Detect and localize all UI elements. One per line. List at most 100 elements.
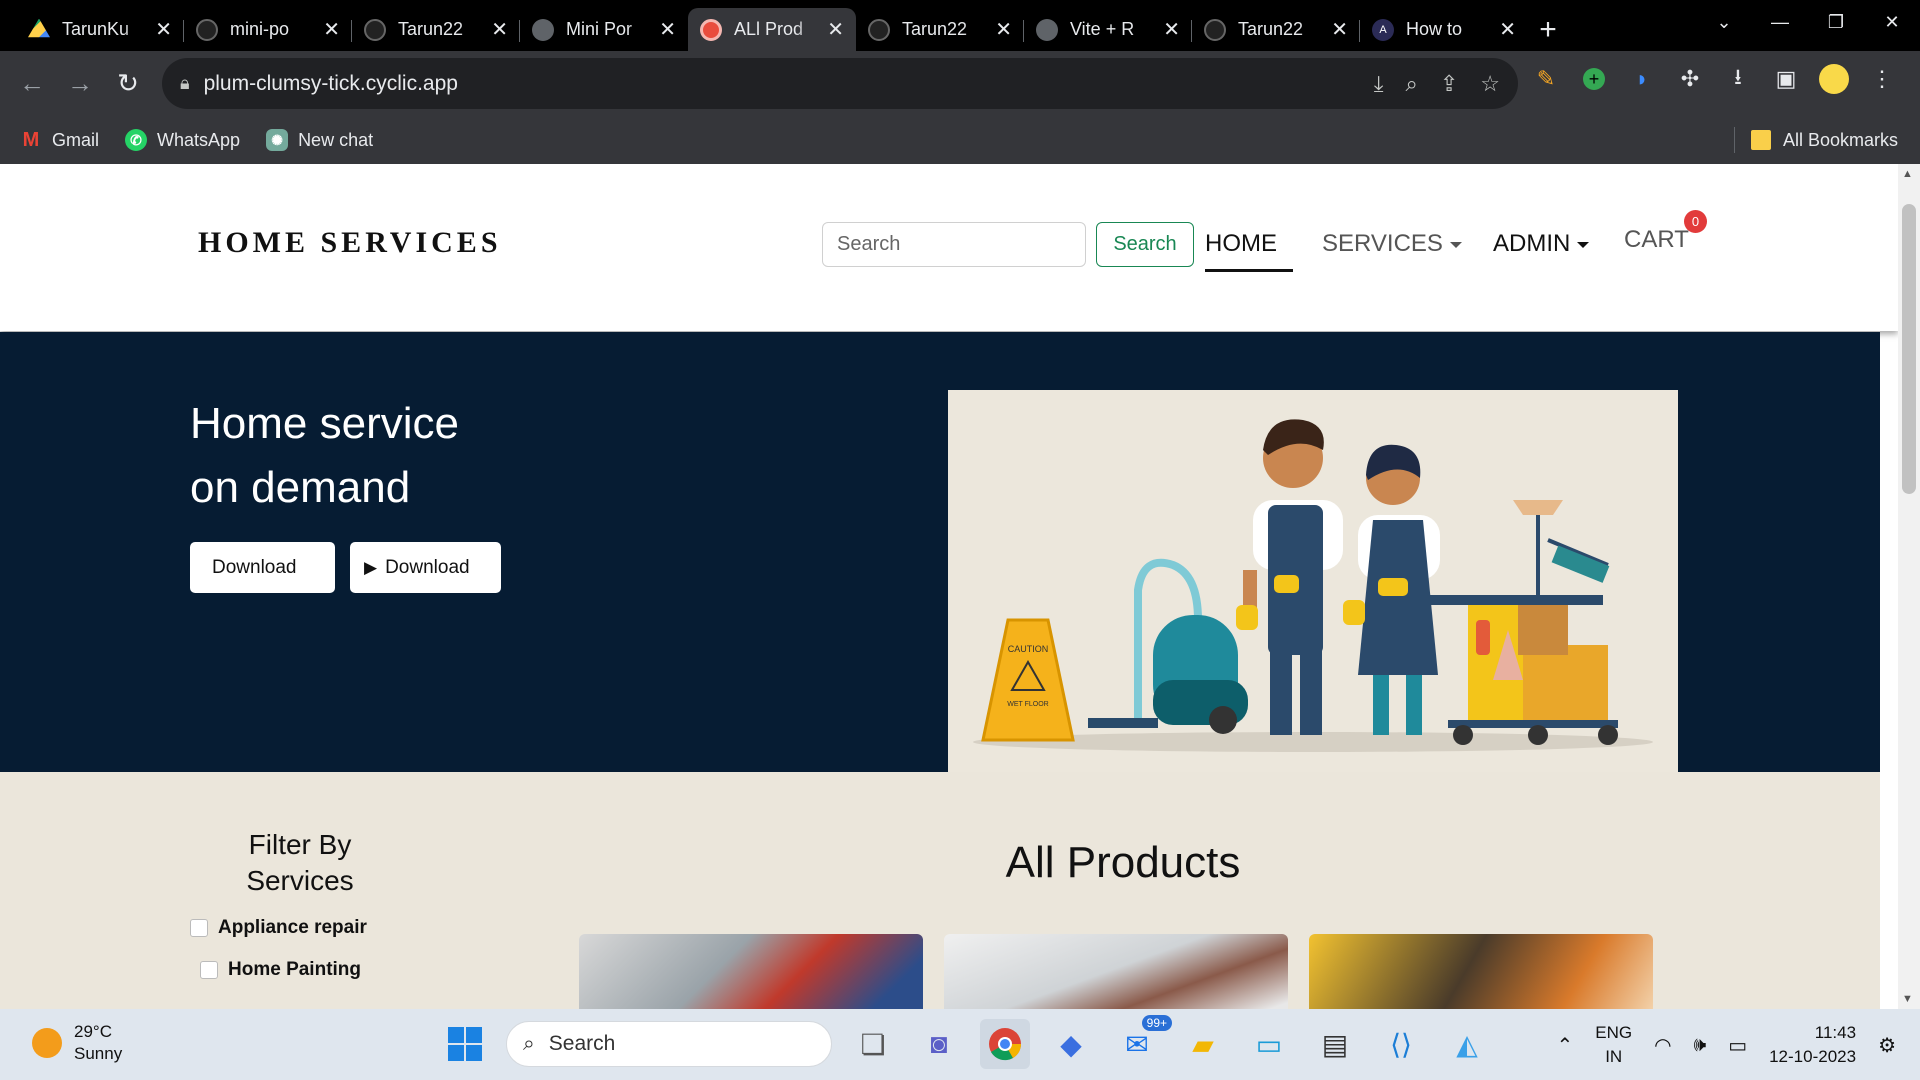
nav-services-dropdown[interactable]: SERVICES: [1322, 230, 1462, 258]
address-bar[interactable]: 🔒︎ plum-clumsy-tick.cyclic.app ⤓ ⌕ ⇪ ☆: [162, 58, 1518, 109]
site-search-input[interactable]: [822, 222, 1086, 267]
devto-icon: A: [1372, 18, 1394, 41]
language-code: ENG: [1595, 1023, 1633, 1042]
chevron-up-icon[interactable]: ⌃: [1557, 1033, 1574, 1058]
extensions-area: ✎ + ◗ ✣ ⭳ ▣ ⋮: [1530, 63, 1898, 95]
restore-button[interactable]: ❐: [1808, 0, 1864, 44]
close-tab-icon[interactable]: ✕: [323, 17, 340, 42]
notifications-icon[interactable]: ⚙: [1878, 1033, 1896, 1058]
download-play-store-button[interactable]: ▶ Download: [350, 542, 501, 593]
taskbar-search-box[interactable]: ⌕ Search: [506, 1021, 832, 1067]
nav-cart-link[interactable]: CART: [1624, 226, 1689, 254]
system-tray: ⌃ ENG IN ◠ 🕪︎ ▭ 11:43 12-10-2023 ⚙: [1557, 1021, 1896, 1069]
checkbox[interactable]: [200, 961, 218, 979]
weather-text: 29°C Sunny: [74, 1021, 122, 1065]
site-brand[interactable]: HOME SERVICES: [198, 226, 502, 260]
nav-admin-dropdown[interactable]: ADMIN: [1493, 230, 1590, 258]
windows-start-icon[interactable]: [440, 1019, 490, 1069]
browser-tab[interactable]: Tarun22 ✕: [352, 8, 520, 51]
minimize-button[interactable]: —: [1752, 0, 1808, 44]
scrollbar-thumb[interactable]: [1902, 204, 1916, 494]
nav-admin-label: ADMIN: [1493, 230, 1571, 257]
close-tab-icon[interactable]: ✕: [155, 17, 172, 42]
close-window-button[interactable]: ✕: [1864, 0, 1920, 44]
whatsapp-icon: ✆: [125, 129, 148, 151]
nav-home-link[interactable]: HOME: [1205, 230, 1277, 258]
blue-extension-icon[interactable]: ◗: [1626, 63, 1658, 95]
share-icon[interactable]: ⇪: [1440, 71, 1458, 97]
download-app-store-button[interactable]: Download: [190, 542, 335, 593]
menu-icon[interactable]: ⋮: [1866, 63, 1898, 95]
close-tab-icon[interactable]: ✕: [827, 17, 844, 42]
close-tab-icon[interactable]: ✕: [1499, 17, 1516, 42]
hero-illustration: CAUTION WET FLOOR: [948, 390, 1678, 772]
zoom-icon[interactable]: ⌕: [1406, 71, 1418, 97]
filter-option-home-painting[interactable]: Home Painting: [200, 959, 361, 981]
install-app-icon[interactable]: ⤓: [1374, 71, 1384, 97]
product-card-image-plumbing[interactable]: [579, 934, 923, 1009]
browser-tab[interactable]: Vite + R ✕: [1024, 8, 1192, 51]
file-explorer-icon[interactable]: ▰: [1178, 1019, 1228, 1069]
tab-title: mini-po: [230, 19, 290, 39]
close-tab-icon[interactable]: ✕: [995, 17, 1012, 42]
volume-icon[interactable]: 🕪︎: [1694, 1034, 1707, 1057]
web-page: HOME SERVICES Search HOME SERVICES ADMIN…: [0, 164, 1898, 1009]
vscode-icon[interactable]: ⟨⟩: [1376, 1019, 1426, 1069]
chrome-icon[interactable]: [980, 1019, 1030, 1069]
paint-app-icon[interactable]: ◭: [1442, 1019, 1492, 1069]
teams-chat-icon[interactable]: ◙: [914, 1019, 964, 1069]
pencil-extension-icon[interactable]: ✎: [1530, 63, 1562, 95]
scroll-up-arrow-icon[interactable]: ▲: [1902, 168, 1913, 180]
tab-search-icon[interactable]: ⌄: [1696, 0, 1752, 44]
close-tab-icon[interactable]: ✕: [659, 17, 676, 42]
url-text[interactable]: plum-clumsy-tick.cyclic.app: [204, 72, 458, 96]
browser-tab[interactable]: TarunKu ✕: [16, 8, 184, 51]
side-panel-icon[interactable]: ▣: [1770, 63, 1802, 95]
desktop-app-icon[interactable]: ▭: [1244, 1019, 1294, 1069]
scroll-down-arrow-icon[interactable]: ▼: [1902, 993, 1913, 1005]
mail-badge: 99+: [1141, 1015, 1172, 1031]
all-bookmarks-label: All Bookmarks: [1782, 129, 1898, 150]
bookmark-whatsapp[interactable]: ✆ WhatsApp: [125, 129, 240, 151]
lock-icon[interactable]: 🔒︎: [180, 73, 190, 94]
site-search-button[interactable]: Search: [1096, 222, 1194, 267]
back-button[interactable]: ←: [8, 60, 56, 108]
terminal-icon[interactable]: ▤: [1310, 1019, 1360, 1069]
bookmark-star-icon[interactable]: ☆: [1480, 71, 1500, 97]
close-tab-icon[interactable]: ✕: [1331, 17, 1348, 42]
close-tab-icon[interactable]: ✕: [1163, 17, 1180, 42]
browser-tab-active[interactable]: ALl Prod ✕: [688, 8, 856, 51]
filter-option-appliance-repair[interactable]: Appliance repair: [190, 917, 367, 939]
wifi-icon[interactable]: ◠: [1654, 1033, 1671, 1058]
browser-tab[interactable]: mini-po ✕: [184, 8, 352, 51]
mail-icon[interactable]: ✉ 99+: [1112, 1015, 1172, 1069]
copilot-icon[interactable]: ◆: [1046, 1019, 1096, 1069]
reload-button[interactable]: ↻: [104, 60, 152, 108]
bookmark-new-chat[interactable]: ✺ New chat: [266, 129, 373, 151]
product-card-image-electrician[interactable]: [1309, 934, 1653, 1009]
clock-time: 11:43: [1814, 1023, 1857, 1042]
clock[interactable]: 11:43 12-10-2023: [1769, 1021, 1856, 1069]
browser-tab[interactable]: Mini Por ✕: [520, 8, 688, 51]
page-scrollbar[interactable]: ▲ ▼: [1898, 164, 1920, 1009]
bookmark-gmail[interactable]: M Gmail: [20, 129, 99, 151]
profile-avatar[interactable]: [1818, 63, 1850, 95]
task-view-icon[interactable]: ❏: [848, 1019, 898, 1069]
all-products-heading: All Products: [1005, 838, 1241, 887]
new-tab-button[interactable]: +: [1528, 8, 1568, 51]
close-tab-icon[interactable]: ✕: [491, 17, 508, 42]
product-card-image-shower[interactable]: [944, 934, 1288, 1009]
downloads-icon[interactable]: ⭳: [1722, 63, 1754, 95]
all-bookmarks[interactable]: All Bookmarks: [1733, 127, 1898, 153]
battery-icon[interactable]: ▭: [1728, 1033, 1747, 1058]
browser-tab[interactable]: Tarun22 ✕: [856, 8, 1024, 51]
checkbox[interactable]: [190, 919, 208, 937]
green-plus-extension-icon[interactable]: +: [1578, 63, 1610, 95]
forward-button[interactable]: →: [56, 60, 104, 108]
browser-tab[interactable]: Tarun22 ✕: [1192, 8, 1360, 51]
browser-tab[interactable]: A How to ✕: [1360, 8, 1528, 51]
weather-widget[interactable]: 29°C Sunny: [32, 1021, 122, 1065]
language-indicator[interactable]: ENG IN: [1595, 1021, 1632, 1069]
filter-option-label: Home Painting: [228, 959, 362, 980]
extensions-puzzle-icon[interactable]: ✣: [1674, 63, 1706, 95]
